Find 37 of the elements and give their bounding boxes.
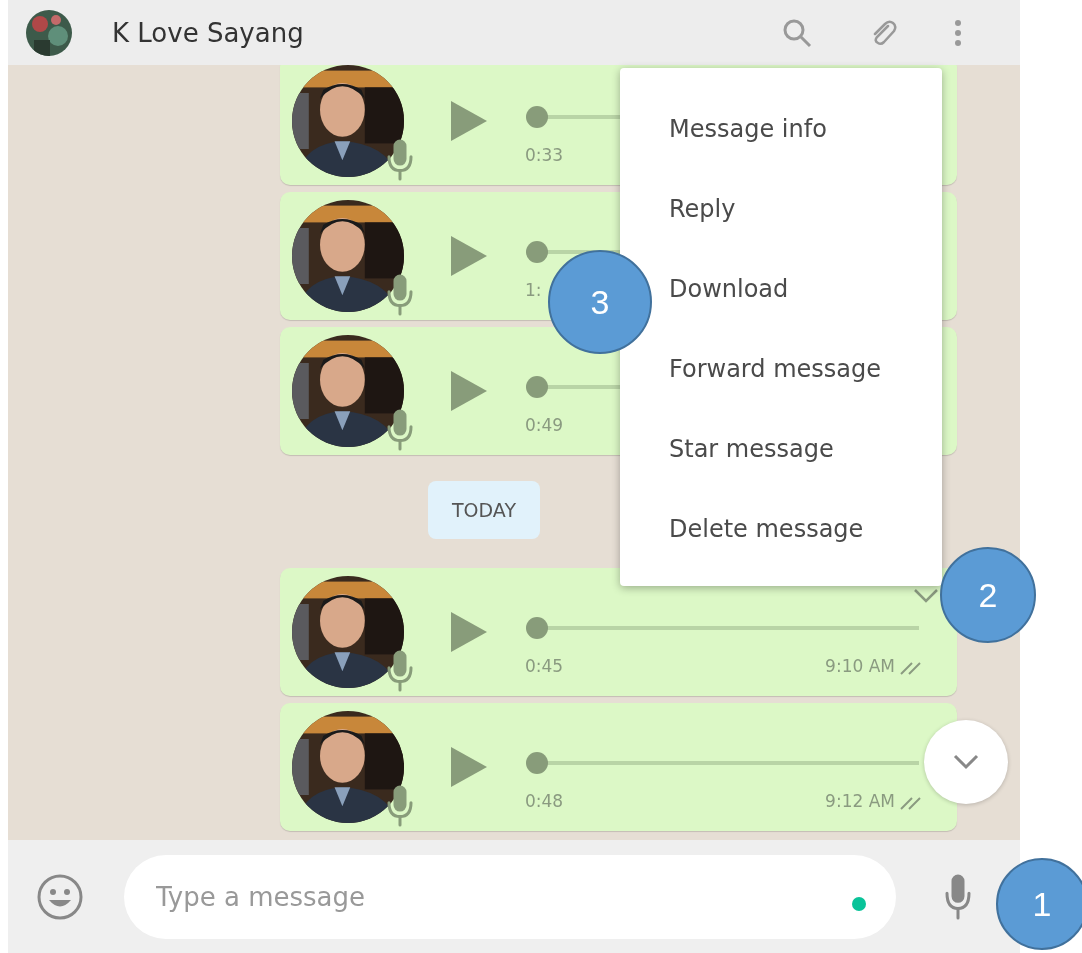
microphone-icon	[386, 650, 414, 692]
menu-item[interactable]: Reply	[669, 195, 736, 223]
microphone-icon	[386, 139, 414, 181]
progress-thumb[interactable]	[526, 617, 548, 639]
annotation-marker: 1	[996, 858, 1082, 950]
play-icon[interactable]	[449, 234, 489, 278]
progress-thumb[interactable]	[526, 752, 548, 774]
chevron-down-icon[interactable]	[913, 588, 939, 604]
progress-thumb[interactable]	[526, 376, 548, 398]
progress-thumb[interactable]	[526, 241, 548, 263]
menu-item[interactable]: Forward message	[669, 355, 881, 383]
audio-duration: 0:33	[525, 145, 564, 165]
menu-item[interactable]: Download	[669, 275, 789, 303]
menu-item[interactable]: Delete message	[669, 515, 864, 543]
audio-duration: 1:	[525, 280, 542, 300]
message-time: 9:10 AM	[825, 656, 895, 676]
audio-duration: 0:45	[525, 656, 564, 676]
play-icon[interactable]	[449, 610, 489, 654]
menu-item[interactable]: Star message	[669, 435, 834, 463]
menu-item[interactable]: Message info	[669, 115, 827, 143]
menu-icon[interactable]	[954, 17, 962, 48]
progress-thumb[interactable]	[526, 106, 548, 128]
message-time: 9:12 AM	[825, 791, 895, 811]
audio-duration: 0:49	[525, 415, 564, 435]
play-icon[interactable]	[449, 369, 489, 413]
chevron-down-icon	[952, 753, 980, 771]
audio-duration: 0:48	[525, 791, 564, 811]
emoji-icon[interactable]	[36, 872, 84, 921]
status-dot	[852, 896, 866, 911]
play-icon[interactable]	[449, 745, 489, 789]
microphone-icon	[386, 785, 414, 827]
microphone-icon	[386, 274, 414, 316]
contact-name: K Love Sayang	[112, 17, 305, 48]
play-icon[interactable]	[449, 99, 489, 143]
microphone-icon	[386, 409, 414, 451]
search-icon[interactable]	[782, 17, 812, 48]
message-field[interactable]: Type a message	[124, 854, 896, 939]
